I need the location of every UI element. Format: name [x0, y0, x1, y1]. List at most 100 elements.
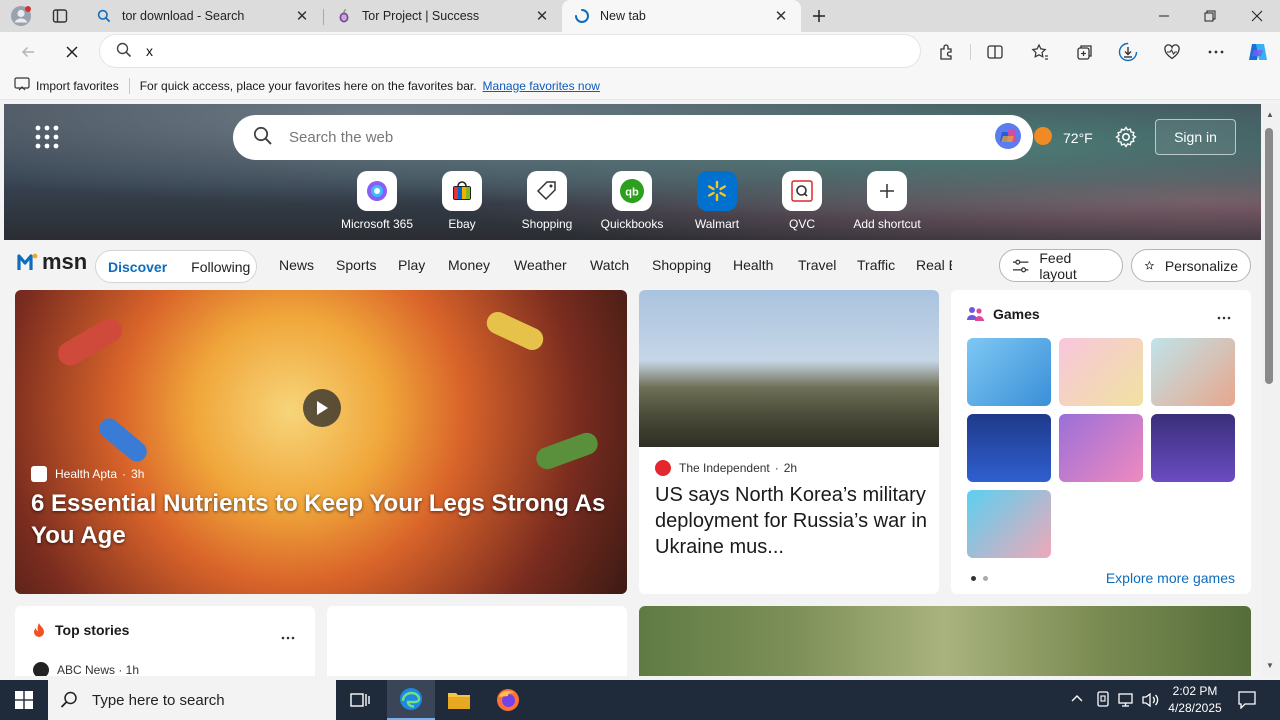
personalize-button[interactable]: Personalize: [1131, 249, 1251, 282]
game-tile[interactable]: [967, 338, 1051, 406]
device-tray-icon[interactable]: [1095, 691, 1111, 712]
game-tile[interactable]: [1059, 414, 1143, 482]
source-and-age: ABC News · 1h: [57, 663, 140, 676]
taskbar-edge-icon[interactable]: [387, 680, 435, 720]
news-story-title[interactable]: US says North Korea’s military deploymen…: [655, 482, 929, 560]
game-tile[interactable]: [1059, 338, 1143, 406]
page-settings-gear-icon[interactable]: [1115, 126, 1137, 151]
sign-in-button[interactable]: Sign in: [1155, 119, 1236, 155]
shortcut-shopping[interactable]: Shopping: [507, 171, 587, 231]
collections-icon[interactable]: [1068, 36, 1100, 68]
firefox-icon[interactable]: [484, 680, 532, 720]
feed-layout-button[interactable]: Feed layout: [999, 249, 1123, 282]
category-money[interactable]: Money: [448, 257, 490, 273]
notifications-icon[interactable]: [1238, 691, 1256, 712]
favorites-star-icon[interactable]: [1024, 36, 1056, 68]
back-button[interactable]: [12, 36, 44, 68]
more-options-icon[interactable]: [1217, 308, 1231, 323]
sliders-icon: [1012, 259, 1029, 272]
downloads-icon[interactable]: [1112, 36, 1144, 68]
close-tab-icon[interactable]: ✕: [532, 6, 552, 26]
scroll-up-arrow-icon[interactable]: ▲: [1266, 110, 1274, 119]
top-stories-card: Top stories ABC News · 1h: [15, 606, 315, 676]
shortcut-qvc[interactable]: QVC: [762, 171, 842, 231]
tab-tor-project-success[interactable]: Tor Project | Success ✕: [324, 0, 562, 32]
category-watch[interactable]: Watch: [590, 257, 629, 273]
restore-button[interactable]: [1187, 0, 1233, 32]
category-shopping[interactable]: Shopping: [652, 257, 711, 273]
split-screen-icon[interactable]: [979, 36, 1011, 68]
category-travel[interactable]: Travel: [798, 257, 836, 273]
more-menu-icon[interactable]: [1200, 36, 1232, 68]
tab-following[interactable]: Following: [191, 259, 250, 275]
game-tile[interactable]: [1151, 338, 1235, 406]
scrollbar-thumb[interactable]: [1265, 128, 1273, 384]
manage-favorites-link[interactable]: Manage favorites now: [483, 79, 600, 93]
main-story-title[interactable]: 6 Essential Nutrients to Keep Your Legs …: [31, 488, 611, 552]
import-favorites-button[interactable]: Import favorites: [14, 77, 119, 94]
capsule-illustration: [53, 314, 127, 370]
carousel-dot[interactable]: [983, 576, 988, 581]
copilot-search-icon[interactable]: [993, 121, 1023, 154]
extensions-icon[interactable]: [931, 36, 963, 68]
address-bar[interactable]: [100, 35, 920, 67]
close-window-button[interactable]: [1234, 0, 1280, 32]
apps-launcher-icon[interactable]: [34, 124, 60, 153]
top-story-source: ABC News · 1h: [33, 662, 139, 676]
close-tab-icon[interactable]: ✕: [771, 6, 791, 26]
favorites-bar-message: For quick access, place your favorites h…: [139, 78, 477, 93]
web-search-box[interactable]: Search the web: [233, 115, 1033, 160]
capsule-illustration: [95, 414, 151, 466]
category-traffic[interactable]: Traffic: [857, 257, 895, 273]
shortcut-walmart[interactable]: Walmart: [677, 171, 757, 231]
shortcut-add[interactable]: Add shortcut: [847, 171, 927, 231]
volume-icon[interactable]: [1142, 692, 1160, 711]
address-input[interactable]: [146, 43, 846, 59]
category-sports[interactable]: Sports: [336, 257, 376, 273]
network-icon[interactable]: [1118, 692, 1136, 711]
stop-loading-button[interactable]: [56, 36, 88, 68]
news-story-card[interactable]: The Independent · 2h US says North Korea…: [639, 290, 939, 594]
shortcut-quickbooks[interactable]: qb Quickbooks: [592, 171, 672, 231]
category-real-estate[interactable]: Real E: [916, 257, 952, 273]
show-hidden-icons-chevron-icon[interactable]: [1070, 692, 1084, 709]
scroll-down-arrow-icon[interactable]: ▼: [1266, 661, 1274, 670]
copilot-icon[interactable]: [1242, 36, 1274, 68]
story-image-card[interactable]: [639, 606, 1251, 676]
tab-tor-download-search[interactable]: tor download - Search ✕: [84, 0, 322, 32]
clock-time: 2:02 PM: [1172, 684, 1218, 698]
shortcut-ebay[interactable]: Ebay: [422, 171, 502, 231]
taskbar-search-box[interactable]: Type here to search: [48, 680, 336, 720]
profile-avatar-icon[interactable]: [8, 4, 34, 28]
category-play[interactable]: Play: [398, 257, 425, 273]
more-options-icon[interactable]: [281, 628, 295, 643]
system-clock[interactable]: 2:02 PM 4/28/2025: [1168, 683, 1222, 717]
carousel-dot-active[interactable]: [971, 576, 976, 581]
minimize-button[interactable]: [1141, 0, 1187, 32]
file-explorer-icon[interactable]: [435, 680, 483, 720]
tab-new-tab[interactable]: New tab ✕: [562, 0, 801, 32]
category-health[interactable]: Health: [733, 257, 773, 273]
category-weather[interactable]: Weather: [514, 257, 567, 273]
category-news[interactable]: News: [279, 257, 314, 273]
browser-essentials-icon[interactable]: [1156, 36, 1188, 68]
explore-more-games-link[interactable]: Explore more games: [1106, 570, 1235, 586]
game-tile[interactable]: [967, 414, 1051, 482]
weather-widget[interactable]: 72°F: [1033, 126, 1093, 149]
tab-actions-icon[interactable]: [47, 4, 73, 28]
shopping-tag-icon: [527, 171, 567, 211]
the-independent-logo-icon: [655, 460, 671, 476]
vertical-scrollbar[interactable]: ▲ ▼: [1261, 104, 1280, 676]
game-tile[interactable]: [967, 490, 1051, 558]
msn-logo[interactable]: msn: [16, 249, 87, 275]
close-tab-icon[interactable]: ✕: [292, 6, 312, 26]
shortcut-microsoft-365[interactable]: Microsoft 365: [337, 171, 417, 231]
new-tab-plus-icon[interactable]: [806, 4, 832, 28]
tab-discover[interactable]: Discover: [108, 259, 167, 275]
start-windows-icon[interactable]: [0, 680, 48, 720]
capsule-illustration: [483, 308, 547, 354]
play-video-icon[interactable]: [303, 389, 341, 427]
task-view-icon[interactable]: [336, 680, 384, 720]
game-tile[interactable]: [1151, 414, 1235, 482]
main-story-card[interactable]: Health Apta · 3h 6 Essential Nutrients t…: [15, 290, 627, 594]
